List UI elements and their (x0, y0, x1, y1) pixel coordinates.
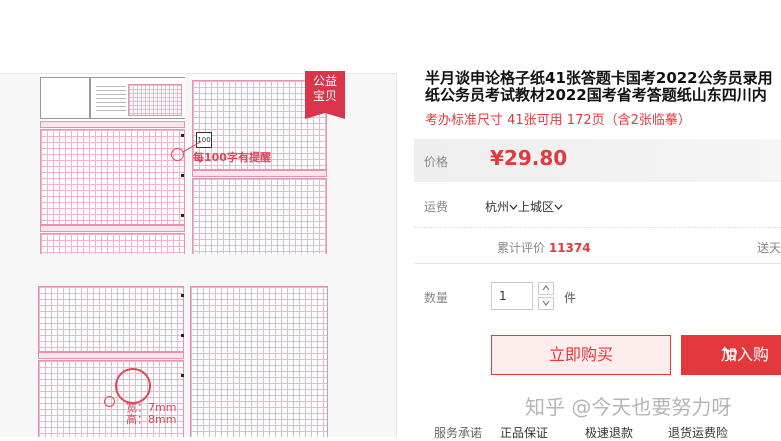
sheet-writing-grid (192, 178, 327, 254)
cart-icon (723, 348, 737, 360)
quantity-label: 数量 (424, 291, 449, 305)
registration-mark (181, 214, 184, 217)
registration-mark (181, 334, 184, 337)
shipping-to[interactable]: 上城区 (518, 200, 554, 214)
highlight-circle (171, 148, 184, 161)
service-promise-item[interactable]: 极速退款 (585, 424, 633, 441)
registration-mark (181, 294, 184, 297)
sheet-notice-lines (96, 86, 126, 114)
registration-mark (181, 134, 184, 137)
product-title-line-2: 纸公务员考试教材2022国考省考答题纸山东四川内 (425, 86, 767, 104)
sheet-writing-grid (38, 286, 184, 352)
service-text: 送天 (757, 241, 781, 255)
quantity-increase-button[interactable] (538, 282, 554, 295)
sheet-section-strip (40, 121, 185, 128)
quantity-input[interactable]: 1 (491, 282, 533, 310)
product-image-panel[interactable]: 100 每100字有提醒 宽：7mm 高：8mm (0, 73, 397, 437)
review-stats[interactable]: 累计评价 11374 (497, 239, 591, 256)
service-promise-item[interactable]: 退货运费险 (668, 424, 728, 441)
price-panel (414, 139, 781, 182)
chevron-down-icon (542, 300, 550, 306)
review-count[interactable]: 11374 (549, 241, 591, 255)
price-label: 价格 (424, 155, 449, 169)
badge-line-2: 宝贝 (312, 89, 337, 103)
registration-mark (181, 374, 184, 377)
callout-word-count: 每100字有提醒 (193, 151, 271, 164)
shipping-from[interactable]: 杭州 (485, 200, 509, 214)
answer-sheet-page-4 (190, 286, 328, 437)
zhihu-watermark: 知乎 @今天也要努力呀 (525, 395, 732, 419)
shipping-location[interactable]: 杭州 上城区 (485, 198, 563, 215)
sheet-section-strip (192, 170, 327, 177)
badge-line-1: 公益 (312, 74, 337, 88)
chevron-down-icon (509, 204, 518, 210)
callout-cell-height: 高：8mm (126, 413, 177, 426)
charity-badge: 公益 宝贝 (305, 71, 345, 119)
service-promise-item[interactable]: 正品保证 (500, 424, 548, 441)
product-title: 半月谈申论格子纸41张答题卡国考2022公务员录用 纸公务员考试教材2022国考… (425, 70, 781, 104)
sheet-writing-grid (190, 286, 328, 437)
chevron-up-icon (542, 285, 550, 291)
quantity-unit: 件 (564, 291, 577, 305)
shipping-label: 运费 (424, 200, 449, 214)
service-promise-label: 服务承诺 (434, 426, 483, 440)
word-count-tag: 100 (196, 132, 212, 148)
price-value: ¥29.80 (490, 146, 568, 170)
divider (414, 227, 781, 228)
quantity-decrease-button[interactable] (538, 297, 554, 310)
chevron-down-icon (554, 204, 563, 210)
buy-now-button[interactable]: 立即购买 (491, 335, 671, 375)
highlight-circle (104, 396, 115, 407)
sheet-header-box (40, 77, 90, 119)
review-label: 累计评价 (497, 241, 546, 255)
sheet-section-strip (40, 225, 185, 232)
sheet-id-grid (128, 84, 182, 116)
sheet-section-strip (38, 352, 184, 359)
registration-mark (181, 174, 184, 177)
sheet-writing-grid (40, 129, 185, 225)
product-subtitle: 考办标准尺寸 41张可用 172页（含2张临摹） (425, 113, 691, 128)
divider (414, 263, 781, 264)
answer-sheet-page-1 (40, 74, 185, 254)
sheet-writing-grid (40, 233, 185, 254)
product-title-line-1: 半月谈申论格子纸41张答题卡国考2022公务员录用 (425, 70, 773, 87)
